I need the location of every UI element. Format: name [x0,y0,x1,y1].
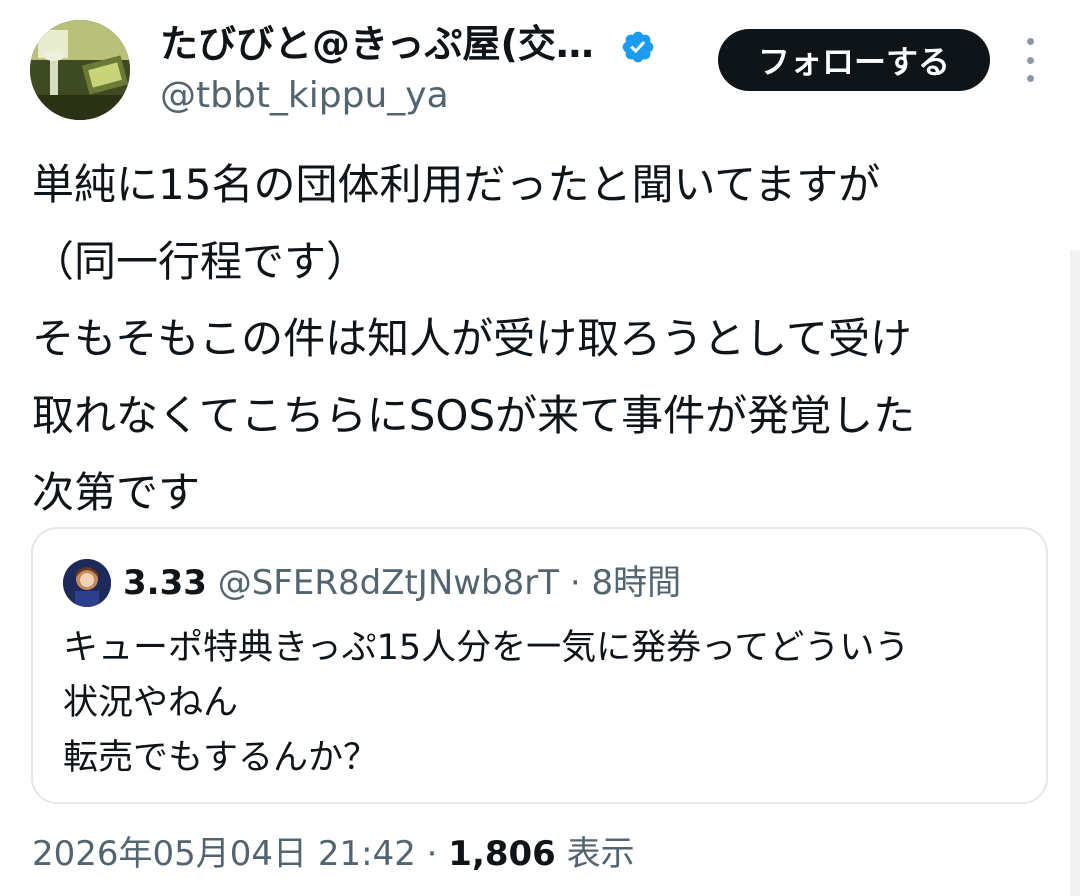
more-dot [1026,56,1034,64]
views-label: 表示 [566,834,635,874]
more-options-icon[interactable] [1016,38,1044,82]
quoted-text-line: 転売でもするんか？ [63,738,379,778]
tweet-text: 単純に15名の団体利用だったと聞いてますが （同一行程です） そもそもこの件は知… [32,146,1052,531]
author-avatar[interactable] [30,20,130,120]
tweet-text-line: そもそもこの件は知人が受け取ろうとして受け [32,314,912,363]
verified-badge-icon [622,31,654,63]
quoted-text-line: 状況やねん [63,683,239,723]
quoted-time: 8時間 [591,563,682,603]
quoted-tweet-header: 3.33 @SFER8dZtJNwb8rT · 8時間 [123,559,681,607]
avatar-image [30,20,130,120]
quoted-avatar-image [63,559,111,607]
tweet-timestamp[interactable]: 2026年05月04日 21:42 [32,834,416,874]
more-dot [1026,38,1034,45]
tweet-text-line: 単純に15名の団体利用だったと聞いてますが [32,160,881,209]
quoted-separator: · [569,563,581,603]
quoted-tweet-text: キューポ特典きっぷ15人分を一気に発券ってどういう 状況やねん 転売でもするんか… [63,621,1043,786]
tweet-text-line: 取れなくてこちらにSOSが来て事件が発覚した [32,391,916,440]
quoted-author-avatar [63,559,111,607]
tweet-text-line: 次第です [32,468,201,517]
quoted-text-line: キューポ特典きっぷ15人分を一気に発券ってどういう [63,628,910,668]
more-dot [1026,75,1034,82]
tweet-text-line: （同一行程です） [32,237,369,286]
quoted-author-handle: @SFER8dZtJNwb8rT [217,563,560,603]
scrollbar-track[interactable] [1070,250,1080,896]
follow-button[interactable]: フォローする [718,29,990,91]
quoted-author-name: 3.33 [123,563,207,603]
tweet-meta: 2026年05月04日 21:42 · 1,806 表示 [32,826,635,882]
views-count: 1,806 [448,834,556,874]
author-display-name[interactable]: たびびと@きっぷ屋(交… [160,23,594,66]
quoted-tweet-card[interactable]: 3.33 @SFER8dZtJNwb8rT · 8時間 キューポ特典きっぷ15人… [31,527,1048,804]
author-handle[interactable]: @tbbt_kippu_ya [160,76,449,116]
meta-separator: · [426,834,438,874]
